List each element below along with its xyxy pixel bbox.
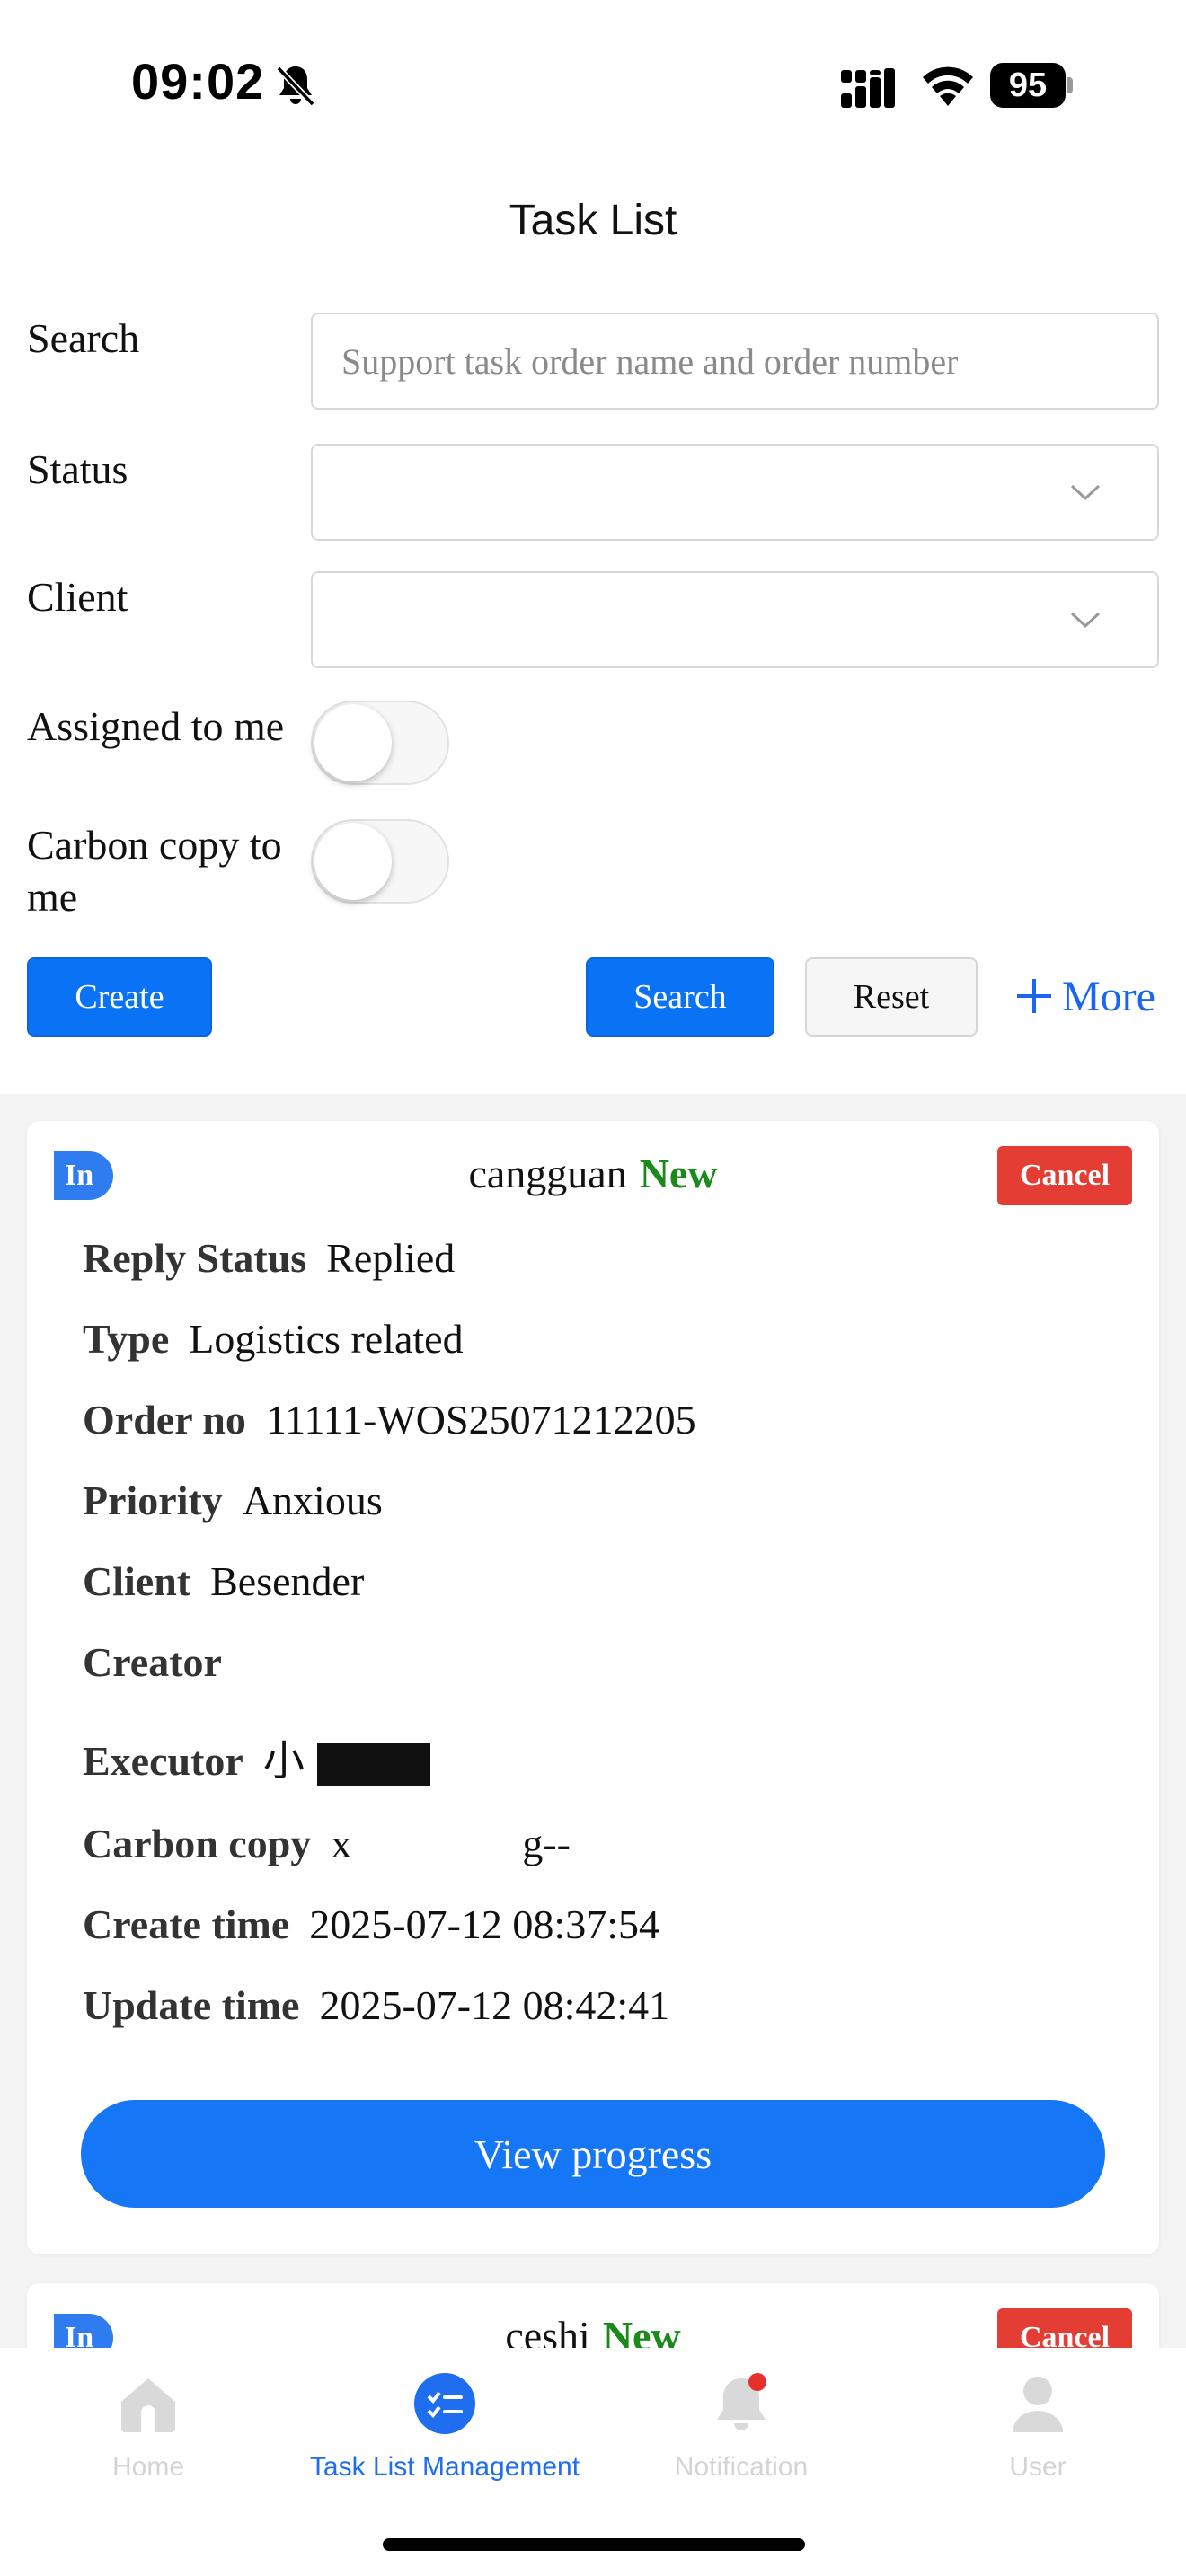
carbon-copy-label: Carbon copy to me [27,822,282,920]
field-value: Anxious [242,1478,383,1523]
task-state: New [639,1151,718,1196]
search-label: Search [27,315,140,361]
home-icon [121,2378,175,2432]
user-icon [1013,2377,1063,2432]
task-list: In cangguan New Cancel Reply Status Replie… [0,1094,1186,2463]
more-label: More [1062,972,1155,1020]
plus-icon [1017,979,1051,1013]
tab-label: Notification [674,2452,809,2482]
chevron-down-icon [1070,484,1101,501]
executor-row: Executor 小 [83,1728,430,1787]
tab-label: User [1009,2452,1067,2482]
field-value: x [331,1821,352,1866]
task-name: cangguan [468,1151,627,1196]
field-label: Order no [83,1397,246,1442]
search-field[interactable] [311,313,1159,410]
client-select[interactable] [311,571,1159,668]
field-label: Reply Status [83,1235,307,1281]
carbon-copy-toggle[interactable] [311,819,449,904]
field-value: 11111-WOS25071212205 [265,1397,696,1442]
chevron-down-icon [1070,612,1101,629]
toggle-knob [314,704,392,781]
field-label: Priority [83,1478,223,1523]
assigned-to-me-toggle[interactable] [311,701,449,785]
create-time-row: Create time 2025-07-12 08:37:54 [83,1901,659,1948]
tab-home[interactable]: Home [0,2371,296,2483]
field-value: 2025-07-12 08:42:41 [319,1982,670,2028]
search-input[interactable] [313,314,1157,408]
toggle-knob [314,823,392,900]
order-no-row: Order no 11111-WOS25071212205 [83,1396,696,1443]
battery-indicator: 95 [990,63,1073,108]
tab-label: Task List Management [309,2452,580,2482]
assigned-to-me-label: Assigned to me [27,703,285,749]
tab-user[interactable]: User [890,2371,1186,2483]
tab-notification[interactable]: Notification [593,2371,890,2483]
field-value: 2025-07-12 08:37:54 [309,1901,659,1947]
type-row: Type Logistics related [83,1315,464,1363]
client-row: Client Besender [83,1557,364,1605]
field-label: Update time [83,1982,300,2028]
client-label: Client [27,574,128,620]
battery-level: 95 [990,63,1066,108]
tab-label: Home [111,2452,185,2482]
cancel-button[interactable]: Cancel [997,1146,1132,1205]
field-value: Replied [326,1235,456,1281]
bell-muted-icon [276,66,315,107]
battery-tip [1067,77,1073,93]
field-value: Logistics related [189,1316,464,1362]
home-indicator [383,2538,805,2551]
carbon-copy-row: Carbon copy x g-- [83,1820,571,1867]
reset-button[interactable]: Reset [805,957,978,1037]
field-value-suffix: g-- [522,1821,571,1866]
task-list-icon [414,2373,475,2434]
field-label: Creator [83,1639,222,1685]
view-progress-button[interactable]: View progress [81,2100,1105,2208]
status-label: Status [27,446,128,492]
field-label: Client [83,1558,191,1604]
create-button[interactable]: Create [27,957,212,1037]
status-time: 09:02 [131,53,265,110]
wifi-icon [923,66,973,106]
field-label: Carbon copy [83,1821,312,1866]
page-title: Task List [509,197,677,244]
priority-row: Priority Anxious [83,1477,383,1524]
task-card: In cangguan New Cancel Reply Status Replie… [27,1121,1159,2254]
status-select[interactable] [311,444,1159,541]
reply-status-row: Reply Status Replied [83,1234,455,1282]
tab-task-list-management[interactable]: Task List Management [296,2371,593,2483]
more-filters-button[interactable]: More [1013,965,1155,1028]
field-label: Create time [83,1901,290,1947]
task-title: cangguan New [27,1150,1159,1197]
field-value: 小 [262,1738,305,1784]
redacted-text [316,1743,430,1787]
search-button[interactable]: Search [586,957,774,1037]
status-bar: 09:02 95 [0,0,1186,171]
field-value: Besender [210,1558,365,1604]
creator-row: Creator [83,1638,242,1686]
field-label: Type [83,1316,170,1362]
cellular-signal-icon [841,68,895,108]
bell-icon [717,2373,766,2430]
update-time-row: Update time 2025-07-12 08:42:41 [83,1981,669,2029]
field-label: Executor [83,1738,243,1784]
